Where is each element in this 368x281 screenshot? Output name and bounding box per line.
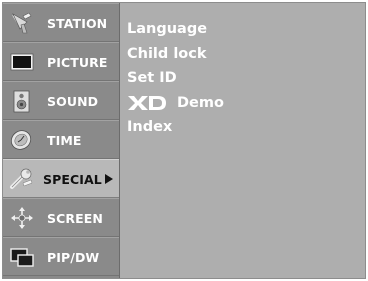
wrench-key-icon (10, 168, 33, 189)
option-label: Set ID (127, 70, 177, 86)
option-label: Child lock (127, 45, 207, 62)
option-label: Index (127, 119, 173, 135)
submenu-panel: Language Child lock Set ID Demo Index (127, 17, 224, 140)
menu-option-xd-demo[interactable]: Demo (127, 91, 224, 116)
satellite-dish-icon (12, 12, 32, 34)
menu-sidebar: STATION PICTURE SOUND TIME SPECIAL SCREE… (3, 3, 120, 278)
osd-menu: STATION PICTURE SOUND TIME SPECIAL SCREE… (2, 2, 366, 279)
pip-windows-icon (10, 248, 34, 267)
sidebar-item-label: SCREEN (47, 211, 103, 226)
move-arrows-icon (11, 207, 33, 229)
submenu-arrow-icon (105, 174, 113, 184)
menu-option-index[interactable]: Index (127, 115, 224, 140)
sidebar-item-time[interactable]: TIME (3, 120, 119, 159)
sidebar-item-label: STATION (47, 16, 108, 31)
sidebar-item-screen[interactable]: SCREEN (3, 198, 119, 237)
sidebar-item-pip-dw[interactable]: PIP/DW (3, 237, 119, 276)
sidebar-item-label: SOUND (47, 94, 99, 109)
xd-logo-icon (128, 95, 166, 110)
speaker-icon (13, 90, 30, 113)
sidebar-item-station[interactable]: STATION (3, 3, 119, 42)
option-label: Demo (177, 94, 224, 111)
sidebar-item-picture[interactable]: PICTURE (3, 42, 119, 81)
sidebar-item-special[interactable]: SPECIAL (3, 159, 119, 198)
menu-option-language[interactable]: Language (127, 17, 224, 42)
menu-option-child-lock[interactable]: Child lock (127, 42, 224, 67)
sidebar-item-label: PIP/DW (47, 250, 100, 265)
menu-option-set-id[interactable]: Set ID (127, 66, 224, 91)
sidebar-item-sound[interactable]: SOUND (3, 81, 119, 120)
sidebar-item-label: TIME (47, 133, 82, 148)
tv-screen-icon (10, 53, 34, 71)
sidebar-item-label: SPECIAL (43, 172, 102, 187)
sidebar-item-label: PICTURE (47, 55, 108, 70)
clock-icon (10, 130, 32, 150)
option-label: Language (127, 21, 208, 37)
